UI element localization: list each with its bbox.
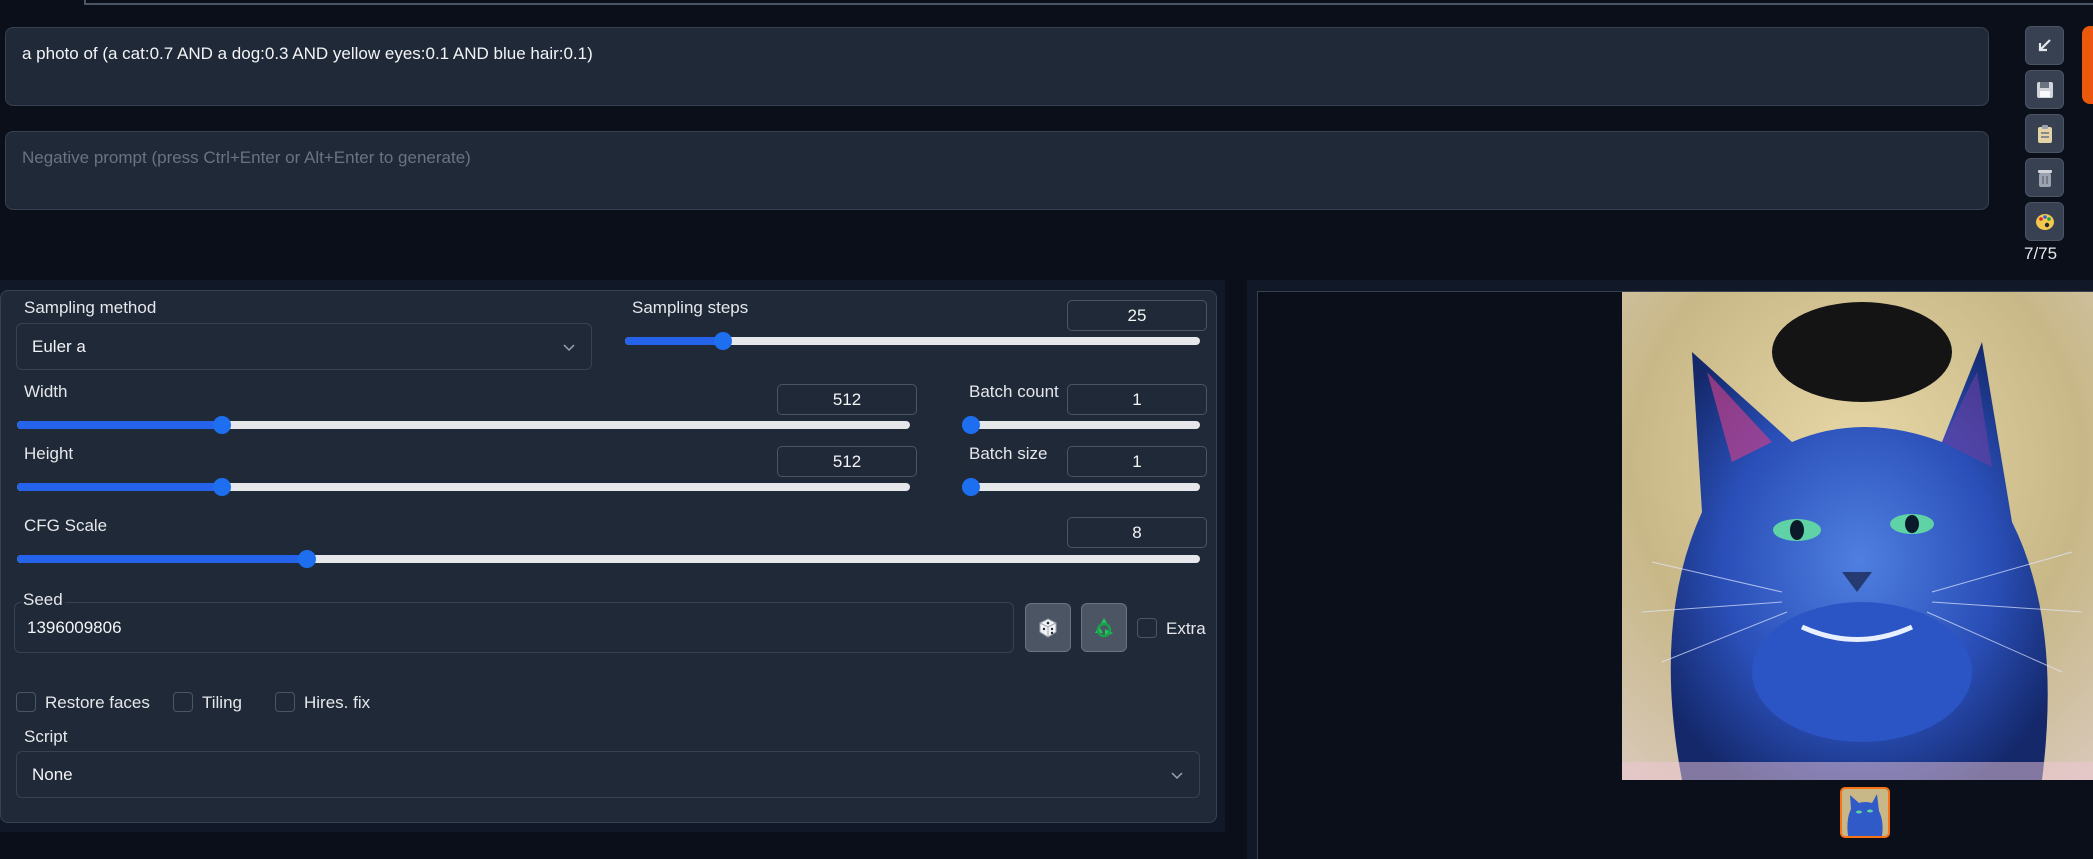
slider-fill [625,337,723,345]
sampling-method-label: Sampling method [24,298,157,317]
save-style-button[interactable] [2025,70,2064,109]
height-label: Height [24,444,74,463]
recycle-icon [1095,617,1113,637]
slider-thumb[interactable] [297,550,316,568]
batch-size-input[interactable]: 1 [1067,446,1207,477]
dice-icon [1039,617,1057,638]
batch-count-input[interactable]: 1 [1067,384,1207,415]
script-label: Script [24,727,68,746]
cfg-scale-label: CFG Scale [24,516,108,535]
read-generation-params-button[interactable] [2025,26,2064,65]
batch-size-slider[interactable] [962,478,1200,496]
slider-thumb[interactable] [962,416,980,434]
chevron-down-icon [563,343,575,351]
width-label: Width [24,382,68,401]
batch-count-label: Batch count [969,382,1059,401]
batch-size-label: Batch size [969,444,1048,463]
sampling-steps-label: Sampling steps [632,298,749,317]
slider-fill [17,555,307,563]
arrow-icon [2038,38,2051,51]
slider-fill [17,421,223,429]
trash-icon [2037,169,2052,187]
height-input[interactable]: 512 [777,446,917,477]
tiling-checkbox[interactable] [173,692,193,712]
extra-networks-button[interactable] [2025,202,2064,241]
restore-faces-label: Restore faces [45,693,150,712]
tiling-label: Tiling [202,693,242,712]
random-seed-button[interactable] [1025,603,1071,652]
slider-thumb[interactable] [713,332,732,350]
width-slider[interactable] [17,416,910,434]
script-value: None [32,764,73,784]
extra-seed-label: Extra [1166,619,1206,638]
height-slider[interactable] [17,478,910,496]
hires-fix-checkbox[interactable] [275,692,295,712]
negative-prompt-input[interactable]: Negative prompt (press Ctrl+Enter or Alt… [5,131,1989,210]
cfg-scale-input[interactable]: 8 [1067,517,1207,548]
clipboard-icon [2037,124,2052,143]
batch-count-slider[interactable] [962,416,1200,434]
cfg-scale-slider[interactable] [17,550,1200,568]
sampling-steps-slider[interactable] [625,332,1200,350]
gallery-thumbnail[interactable] [1840,787,1890,838]
clear-prompt-button[interactable] [2025,158,2064,197]
restore-faces-checkbox[interactable] [16,692,36,712]
token-counter: 7/75 [2024,244,2058,263]
prompt-input[interactable]: a photo of (a cat:0.7 AND a dog:0.3 AND … [5,27,1989,106]
sampling-method-select[interactable]: Euler a [16,323,592,370]
seed-input[interactable]: 1396009806 [14,602,1014,653]
save-icon [2036,81,2053,98]
palette-icon [2035,213,2054,230]
apply-style-button[interactable] [2025,114,2064,153]
extra-seed-checkbox[interactable] [1137,618,1157,638]
width-input[interactable]: 512 [777,384,917,415]
reuse-seed-button[interactable] [1081,603,1127,652]
hires-fix-label: Hires. fix [304,693,371,712]
chevron-down-icon [1171,771,1183,779]
seed-label: Seed [21,590,65,610]
sampling-method-value: Euler a [32,336,86,356]
generated-image[interactable] [1622,292,2093,780]
slider-fill [17,483,223,491]
thumbnail-image [1842,789,1888,836]
slider-thumb[interactable] [962,478,980,496]
top-divider [84,0,2093,5]
generate-button-edge[interactable] [2082,26,2093,104]
seed-value: 1396009806 [27,617,122,637]
sampling-steps-input[interactable]: 25 [1067,300,1207,331]
script-select[interactable]: None [16,751,1200,798]
